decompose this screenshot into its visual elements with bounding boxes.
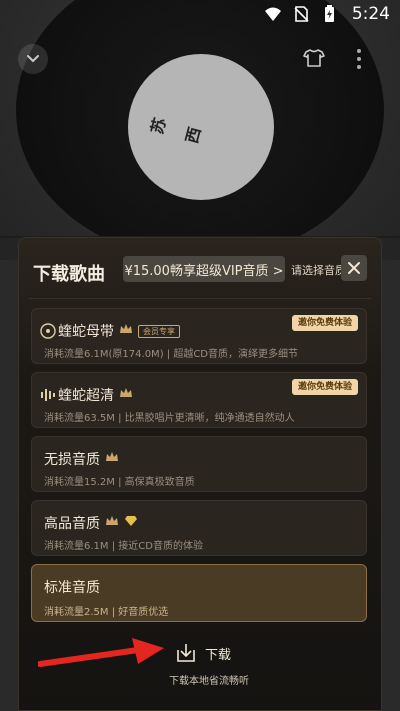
free-trial-badge[interactable]: 邀你免费体验: [291, 315, 358, 331]
shirt-icon: [303, 49, 325, 67]
hd-audio-icon: [40, 387, 56, 403]
option-title: 无损音质: [44, 452, 100, 468]
download-subtitle: 下载本地省流畅听: [169, 676, 249, 687]
crown-icon: [105, 451, 119, 467]
crown-icon: [119, 387, 133, 403]
status-bar: 5:24: [0, 0, 400, 28]
divider: [29, 298, 371, 299]
close-icon: [348, 262, 360, 274]
pointer-arrow-icon: [38, 638, 164, 667]
close-button[interactable]: [341, 255, 367, 281]
free-trial-badge[interactable]: 邀你免费体验: [291, 379, 358, 395]
member-exclusive-tag: 会员专享: [138, 324, 180, 338]
battery-charging-icon: [320, 5, 338, 23]
crown-icon: [105, 515, 119, 531]
sheet-title: 下载歌曲: [33, 264, 105, 285]
skin-button[interactable]: [302, 46, 326, 70]
option-desc: 消耗流量2.5M | 好音质优选: [44, 607, 169, 618]
disc-icon: [40, 323, 56, 339]
more-icon: [357, 49, 361, 53]
download-icon: [175, 642, 197, 664]
wifi-icon: [264, 5, 282, 23]
quality-option-standard[interactable]: 标准音质 消耗流量2.5M | 好音质优选: [31, 564, 367, 622]
quality-option-lossless[interactable]: 无损音质 消耗流量15.2M | 高保真极致音质: [31, 436, 367, 492]
option-title: 蝰蛇母带: [58, 324, 114, 340]
diamond-icon: [124, 515, 138, 531]
crown-icon: [119, 323, 133, 339]
collapse-button[interactable]: [18, 44, 48, 74]
option-title: 标准音质: [44, 580, 100, 596]
no-sim-icon: [292, 5, 310, 23]
choose-quality-label: 请选择音质: [291, 264, 346, 277]
quality-option-high[interactable]: 高品音质 消耗流量6.1M | 接近CD音质的体验: [31, 500, 367, 556]
status-time: 5:24: [351, 4, 390, 24]
option-desc: 消耗流量6.1M(原174.0M) | 超越CD音质，演绎更多细节: [44, 349, 298, 360]
option-title: 蝰蛇超清: [58, 388, 114, 404]
vip-upgrade-button[interactable]: ¥15.00畅享超级VIP音质 >: [123, 256, 285, 282]
option-desc: 消耗流量63.5M | 比黑胶唱片更清晰，纯净通透自然动人: [44, 413, 295, 424]
option-desc: 消耗流量6.1M | 接近CD音质的体验: [44, 541, 203, 552]
more-button[interactable]: [352, 46, 366, 72]
option-desc: 消耗流量15.2M | 高保真极致音质: [44, 477, 195, 488]
quality-option-super-hd[interactable]: 蝰蛇超清 消耗流量63.5M | 比黑胶唱片更清晰，纯净通透自然动人 邀你免费体…: [31, 372, 367, 428]
option-title: 高品音质: [44, 516, 100, 532]
chevron-down-icon: [27, 55, 39, 63]
quality-option-master[interactable]: 蝰蛇母带 会员专享 消耗流量6.1M(原174.0M) | 超越CD音质，演绎更…: [31, 308, 367, 364]
download-label: 下载: [205, 648, 232, 663]
